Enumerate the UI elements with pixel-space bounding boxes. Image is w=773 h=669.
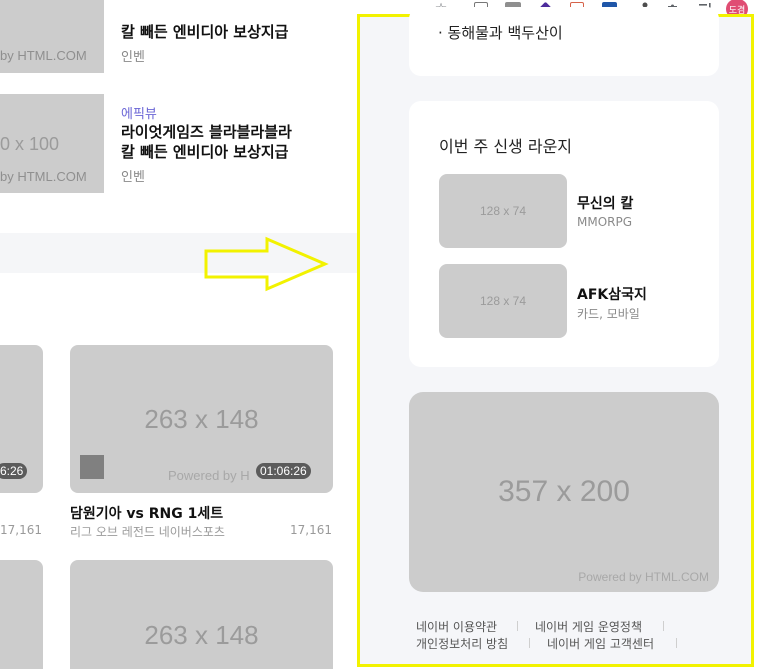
news-title-line2[interactable]: 칼 빼든 엔비디아 보상지급 bbox=[121, 142, 288, 162]
footer-link-support[interactable]: 네이버 게임 고객센터 bbox=[547, 635, 654, 652]
video-thumbnail[interactable]: 6:26 bbox=[0, 345, 43, 493]
new-lounge-card: 이번 주 신생 라운지 128 x 74 무신의 칼 MMORPG 128 x … bbox=[409, 101, 719, 367]
video-views: 17,161 bbox=[0, 523, 42, 537]
thumbnail-size: 263 x 148 bbox=[144, 620, 259, 650]
game-genre: MMORPG bbox=[577, 215, 633, 229]
news-source: 인벤 bbox=[121, 50, 145, 65]
footer-link-policy[interactable]: 네이버 게임 운영정책 bbox=[535, 618, 642, 635]
video-duration: 01:06:26 bbox=[256, 463, 311, 479]
news-category[interactable]: 에픽뷰 bbox=[121, 103, 157, 122]
lounge-title: 이번 주 신생 라운지 bbox=[439, 137, 573, 156]
thumbnail-size: 263 x 148 bbox=[144, 403, 259, 434]
footer-link-privacy[interactable]: 개인정보처리 방침 bbox=[416, 635, 508, 652]
game-genre: 카드, 모바일 bbox=[577, 307, 640, 321]
news-title-line1[interactable]: 라이엇게임즈 블라블라블라 bbox=[121, 122, 292, 142]
video-league[interactable]: 리그 오브 레전드 네이버스포츠 bbox=[70, 523, 225, 540]
footer-separator bbox=[529, 638, 530, 648]
game-thumbnail[interactable]: 128 x 74 bbox=[439, 264, 567, 338]
powered-by-text: Powered by H bbox=[168, 468, 250, 483]
footer-link-terms[interactable]: 네이버 이용약관 bbox=[416, 618, 497, 635]
game-name[interactable]: 무신의 칼 bbox=[577, 193, 633, 213]
advertisement-banner[interactable]: 357 x 200 Powered by HTML.COM bbox=[409, 392, 719, 592]
video-title[interactable]: 담원기아 vs RNG 1세트 bbox=[70, 503, 223, 523]
thumbnail-size: 0 x 100 bbox=[0, 134, 60, 154]
video-thumbnail[interactable]: 263 x 148 bbox=[70, 560, 333, 669]
news-title[interactable]: 칼 빼든 엔비디아 보상지급 bbox=[121, 22, 288, 42]
footer-separator bbox=[517, 621, 518, 631]
footer-separator bbox=[676, 638, 677, 648]
news-thumbnail[interactable]: 0 x 100 by HTML.COM bbox=[0, 94, 104, 193]
thumbnail-size: 128 x 74 bbox=[479, 294, 527, 308]
video-duration: 6:26 bbox=[0, 463, 28, 479]
thumbnail-size: 128 x 74 bbox=[479, 204, 527, 218]
arrow-right-icon bbox=[204, 236, 329, 292]
video-thumbnail[interactable] bbox=[0, 560, 43, 669]
news-source: 인벤 bbox=[121, 170, 145, 185]
game-name[interactable]: AFK삼국지 bbox=[577, 284, 647, 304]
ad-size: 357 x 200 bbox=[498, 475, 630, 508]
channel-logo bbox=[80, 455, 104, 479]
thumbnail-caption: by HTML.COM bbox=[0, 48, 87, 63]
powered-by-text: Powered by HTML.COM bbox=[578, 570, 709, 584]
right-sidebar: · 동해물과 백두산이 이번 주 신생 라운지 128 x 74 무신의 칼 M… bbox=[357, 7, 754, 667]
notice-item[interactable]: · 동해물과 백두산이 bbox=[438, 22, 563, 43]
thumbnail-caption: by HTML.COM bbox=[0, 169, 87, 184]
video-views: 17,161 bbox=[290, 523, 332, 537]
footer-separator bbox=[663, 621, 664, 631]
notice-card: · 동해물과 백두산이 bbox=[409, 7, 719, 76]
news-thumbnail[interactable]: by HTML.COM bbox=[0, 0, 104, 73]
game-thumbnail[interactable]: 128 x 74 bbox=[439, 174, 567, 248]
video-thumbnail[interactable]: 263 x 148 Powered by H 01:06:26 bbox=[70, 345, 333, 493]
